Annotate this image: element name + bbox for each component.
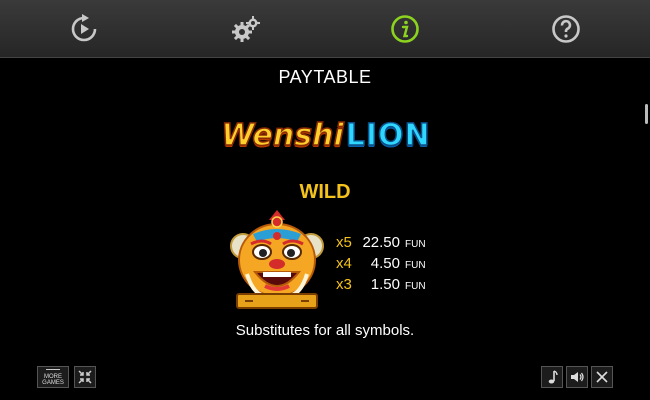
logo-text-part-1: Wenshi — [221, 117, 345, 154]
payout-currency: FUN — [405, 281, 426, 292]
payout-multiplier: x3 — [336, 276, 352, 293]
sound-icon — [571, 372, 584, 382]
payout-value: 22.50 — [362, 234, 400, 251]
top-toolbar — [0, 0, 650, 58]
payout-multiplier: x5 — [336, 234, 352, 251]
info-icon — [391, 15, 419, 43]
close-button[interactable] — [591, 366, 613, 388]
logo-text-part-2: LION — [345, 117, 431, 154]
music-button[interactable] — [541, 366, 563, 388]
payout-value: 4.50 — [370, 255, 400, 272]
payout-row-x5: x5 22.50 FUN — [336, 234, 426, 252]
help-icon — [552, 15, 580, 43]
help-button[interactable] — [548, 11, 584, 47]
replay-icon — [71, 14, 97, 42]
more-games-label-2: GAMES — [42, 379, 64, 386]
payout-currency: FUN — [405, 260, 426, 271]
game-logo: Wenshi LION — [210, 110, 442, 160]
replay-button[interactable] — [66, 11, 102, 47]
fullscreen-icon — [78, 370, 92, 384]
more-games-button[interactable]: MORE GAMES — [37, 366, 69, 388]
settings-button[interactable] — [228, 11, 264, 47]
close-icon — [596, 371, 608, 383]
page-title: PAYTABLE — [278, 67, 372, 87]
sound-button[interactable] — [566, 366, 588, 388]
info-button[interactable] — [387, 11, 423, 47]
payout-row-x3: x3 1.50 FUN — [336, 276, 426, 294]
payout-currency: FUN — [405, 239, 426, 250]
symbol-description: Substitutes for all symbols. — [235, 322, 415, 339]
payout-value: 1.50 — [370, 276, 400, 293]
fullscreen-button[interactable] — [74, 366, 96, 388]
settings-icon — [232, 16, 260, 42]
payout-multiplier: x4 — [336, 255, 352, 272]
lion-dance-head-icon — [230, 210, 324, 309]
payout-row-x4: x4 4.50 FUN — [336, 255, 426, 273]
scrollbar-thumb[interactable] — [645, 104, 648, 124]
music-icon — [548, 370, 558, 384]
symbol-name: WILD — [299, 181, 351, 203]
more-games-icon — [46, 368, 60, 373]
